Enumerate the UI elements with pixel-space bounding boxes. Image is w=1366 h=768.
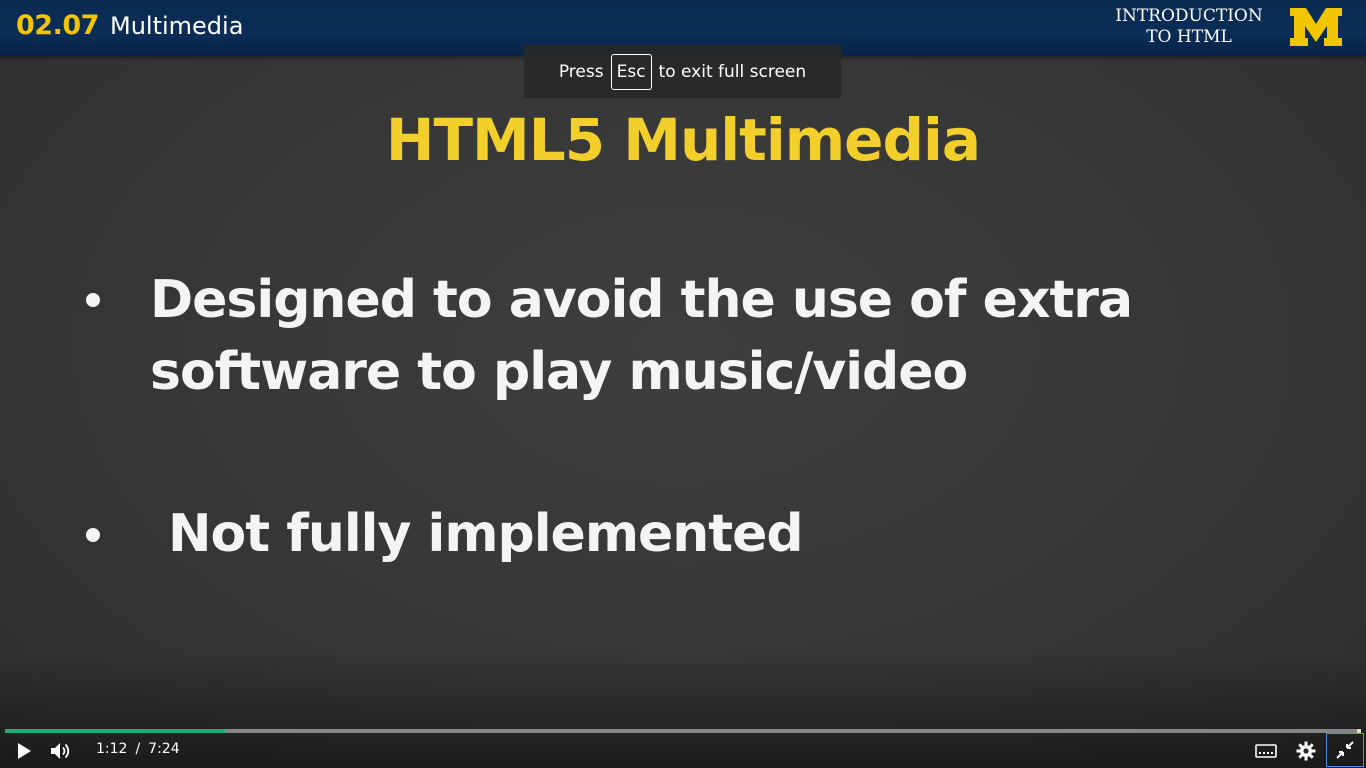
play-button[interactable] bbox=[10, 737, 38, 765]
lesson-number: 02.07 bbox=[16, 10, 99, 41]
gear-icon bbox=[1296, 741, 1316, 761]
fullscreen-notice: Press Esc to exit full screen bbox=[524, 45, 841, 98]
seek-bar-played bbox=[5, 729, 225, 733]
time-separator: / bbox=[135, 741, 141, 757]
slide-bullet-1-line2: software to play music/video bbox=[150, 342, 968, 402]
bullet-dot-icon bbox=[86, 528, 100, 542]
captions-icon bbox=[1255, 744, 1277, 758]
seek-bar[interactable] bbox=[5, 729, 1361, 733]
lesson-title: Multimedia bbox=[110, 12, 244, 40]
esc-key-badge: Esc bbox=[610, 53, 652, 90]
settings-button[interactable] bbox=[1292, 737, 1320, 765]
volume-button[interactable] bbox=[46, 737, 76, 765]
slide-bullet-2-line1: Not fully implemented bbox=[168, 504, 804, 564]
slide-bullet-1-line1: Designed to avoid the use of extra bbox=[150, 270, 1133, 330]
current-time: 1:12 bbox=[96, 741, 128, 757]
fullscreen-notice-suffix: to exit full screen bbox=[658, 61, 807, 82]
duration: 7:24 bbox=[148, 741, 180, 757]
exit-fullscreen-button[interactable] bbox=[1326, 733, 1364, 767]
fullscreen-notice-prefix: Press bbox=[558, 61, 604, 82]
course-name: INTRODUCTION TO HTML bbox=[1104, 6, 1274, 48]
time-display: 1:12 / 7:24 bbox=[96, 741, 180, 757]
course-name-line2: TO HTML bbox=[1146, 27, 1232, 47]
slide-bullet-1: Designed to avoid the use of extra softw… bbox=[150, 264, 1150, 408]
block-m-logo-icon bbox=[1290, 8, 1342, 46]
course-name-line1: INTRODUCTION bbox=[1115, 6, 1263, 26]
bullet-dot-icon bbox=[86, 293, 100, 307]
play-icon bbox=[18, 743, 31, 759]
captions-button[interactable] bbox=[1252, 737, 1280, 765]
exit-fullscreen-icon bbox=[1336, 741, 1354, 759]
controls-gradient bbox=[0, 650, 1366, 768]
slide-title: HTML5 Multimedia bbox=[385, 106, 981, 174]
video-player[interactable]: 02.07 Multimedia INTRODUCTION TO HTML Pr… bbox=[0, 0, 1366, 768]
slide-bullet-2: Not fully implemented bbox=[168, 498, 1068, 570]
volume-icon bbox=[51, 743, 70, 759]
